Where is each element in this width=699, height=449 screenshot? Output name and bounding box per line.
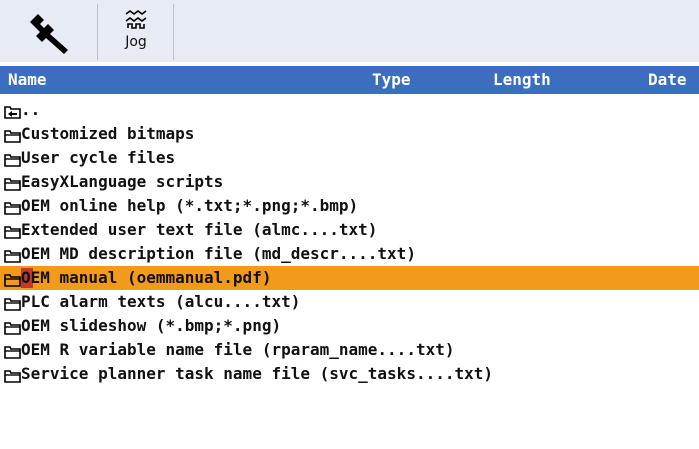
list-item-label: Service planner task name file (svc_task…: [21, 364, 494, 383]
column-header: Name Type Length Date: [0, 66, 699, 94]
list-item-label: Customized bitmaps: [21, 124, 195, 143]
folder-icon: [4, 246, 21, 263]
folder-icon: [4, 366, 21, 383]
folder-icon: [4, 174, 21, 191]
list-item-label: OEM R variable name file (rparam_name...…: [21, 340, 455, 359]
list-item-label: Extended user text file (almc....txt): [21, 220, 378, 239]
file-list: .. Customized bitmaps User cycle files Easy…: [0, 98, 699, 386]
jog-label: Jog: [125, 34, 147, 50]
list-item[interactable]: OEM R variable name file (rparam_name...…: [0, 338, 699, 362]
parent-folder-icon: [4, 102, 21, 119]
list-item[interactable]: EasyXLanguage scripts: [0, 170, 699, 194]
list-item[interactable]: Customized bitmaps: [0, 122, 699, 146]
list-item[interactable]: OEM slideshow (*.bmp;*.png): [0, 314, 699, 338]
folder-icon: [4, 222, 21, 239]
column-name-header[interactable]: Name: [8, 66, 47, 94]
folder-icon: [4, 270, 21, 287]
list-item-label: OEM MD description file (md_descr....txt…: [21, 244, 416, 263]
column-length-header[interactable]: Length: [493, 66, 551, 94]
list-item-selected[interactable]: OEM manual (oemmanual.pdf): [0, 266, 699, 290]
folder-icon: [4, 294, 21, 311]
column-date-header[interactable]: Date: [648, 66, 687, 94]
folder-icon: [4, 198, 21, 215]
toolbar: Jog: [0, 0, 699, 62]
folder-icon: [4, 318, 21, 335]
list-item[interactable]: Extended user text file (almc....txt): [0, 218, 699, 242]
jog-tool-button[interactable]: Jog: [98, 4, 174, 60]
list-item[interactable]: PLC alarm texts (alcu....txt): [0, 290, 699, 314]
folder-icon: [4, 342, 21, 359]
wrench-icon: [30, 14, 68, 54]
list-item[interactable]: OEM online help (*.txt;*.png;*.bmp): [0, 194, 699, 218]
list-item-label: ..: [21, 100, 41, 119]
jog-wave-icon: [125, 10, 147, 29]
folder-icon: [4, 150, 21, 167]
column-type-header[interactable]: Type: [372, 66, 411, 94]
list-item-label: EasyXLanguage scripts: [21, 172, 224, 191]
list-item-label: User cycle files: [21, 148, 176, 167]
list-item[interactable]: ..: [0, 98, 699, 122]
folder-icon: [4, 126, 21, 143]
list-item[interactable]: OEM MD description file (md_descr....txt…: [0, 242, 699, 266]
list-item-label: PLC alarm texts (alcu....txt): [21, 292, 301, 311]
list-item[interactable]: Service planner task name file (svc_task…: [0, 362, 699, 386]
list-item-label: OEM slideshow (*.bmp;*.png): [21, 316, 282, 335]
setup-tool-button[interactable]: [0, 4, 98, 60]
list-item[interactable]: User cycle files: [0, 146, 699, 170]
list-item-label: OEM online help (*.txt;*.png;*.bmp): [21, 196, 359, 215]
list-item-label: OEM manual (oemmanual.pdf): [21, 268, 272, 287]
